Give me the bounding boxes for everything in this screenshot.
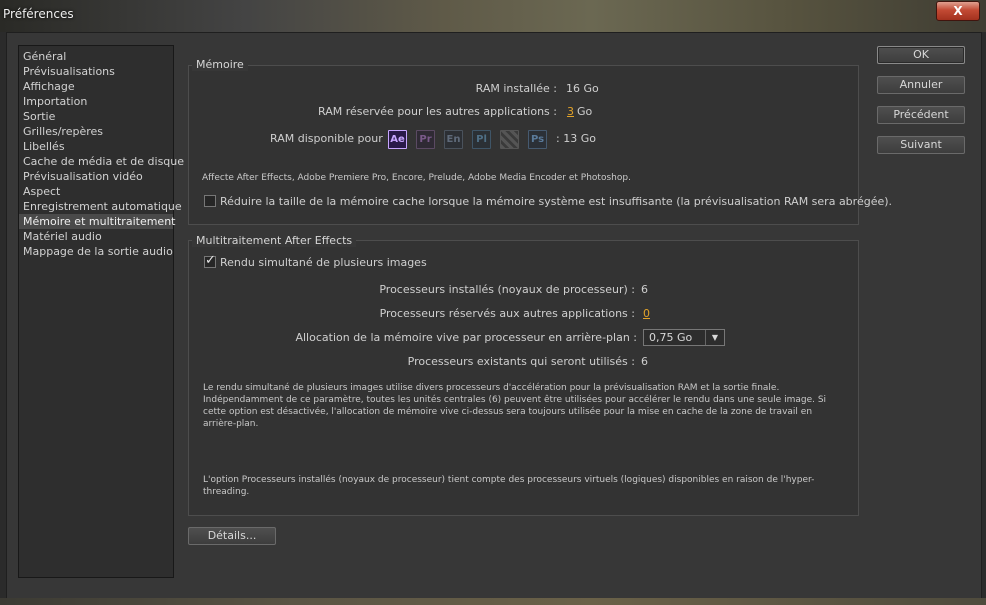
ram-reserved-label: RAM réservée pour les autres application…: [318, 105, 557, 118]
sidebar-item-affichage[interactable]: Affichage: [19, 79, 173, 94]
sidebar-item-grilles[interactable]: Grilles/repères: [19, 124, 173, 139]
encore-icon: En: [444, 130, 463, 149]
ram-available-label: RAM disponible pour: [270, 132, 383, 145]
ram-per-cpu-value: 0,75 Go: [649, 331, 693, 344]
multiprocessing-note-line3: cette option est désactivée, l'allocatio…: [203, 407, 813, 417]
cpus-installed-value: 6: [641, 283, 648, 296]
close-button[interactable]: X: [936, 1, 980, 21]
sidebar-item-sortie[interactable]: Sortie: [19, 109, 173, 124]
sidebar-item-memoire[interactable]: Mémoire et multitraitement: [19, 214, 175, 229]
sidebar-item-mappage-audio[interactable]: Mappage de la sortie audio: [19, 244, 173, 259]
checkmark-icon: ✓: [205, 253, 216, 268]
affects-note: Affecte After Effects, Adobe Premiere Pr…: [202, 173, 631, 183]
ram-reserved-unit: Go: [577, 105, 593, 118]
cpus-reserved-value[interactable]: 0: [643, 307, 650, 320]
sidebar-item-materiel-audio[interactable]: Matériel audio: [19, 229, 173, 244]
title-bar: Préférences X: [0, 0, 986, 32]
cpus-reserved-label: Processeurs réservés aux autres applicat…: [379, 307, 635, 320]
ram-installed-label: RAM installée :: [475, 82, 557, 95]
hyperthreading-note-line2: threading.: [203, 487, 250, 497]
ok-button[interactable]: OK: [877, 46, 965, 64]
ram-reserved-value[interactable]: 3: [567, 105, 574, 118]
ram-installed-value: 16 Go: [566, 82, 599, 95]
next-button[interactable]: Suivant: [877, 136, 965, 154]
sidebar-item-general[interactable]: Général: [19, 49, 173, 64]
premiere-pro-icon: Pr: [416, 130, 435, 149]
sidebar-item-enregistrement[interactable]: Enregistrement automatique: [19, 199, 182, 214]
sidebar-item-importation[interactable]: Importation: [19, 94, 173, 109]
sidebar-item-libelles[interactable]: Libellés: [19, 139, 173, 154]
ram-per-cpu-dropdown[interactable]: 0,75 Go ▼: [643, 329, 725, 346]
sidebar-item-aspect[interactable]: Aspect: [19, 184, 173, 199]
dropdown-arrow-icon: ▼: [705, 330, 724, 345]
memory-group-title: Mémoire: [192, 58, 248, 71]
cpus-installed-label: Processeurs installés (noyaux de process…: [379, 283, 635, 296]
multiprocessing-group-title: Multitraitement After Effects: [192, 234, 357, 247]
multiprocessing-note-line2: Indépendamment de ce paramètre, toutes l…: [203, 395, 827, 405]
details-button[interactable]: Détails...: [188, 527, 276, 545]
hyperthreading-note-line1: L'option Processeurs installés (noyaux d…: [203, 475, 815, 485]
reduce-cache-label: Réduire la taille de la mémoire cache lo…: [220, 195, 893, 208]
reduce-cache-checkbox[interactable]: [204, 195, 216, 207]
media-encoder-icon: [500, 130, 519, 149]
ram-available-value: : 13 Go: [556, 132, 596, 145]
render-multiple-label: Rendu simultané de plusieurs images: [220, 256, 427, 269]
render-multiple-checkbox[interactable]: ✓: [204, 253, 216, 268]
sidebar-item-previsualisation-video[interactable]: Prévisualisation vidéo: [19, 169, 173, 184]
cancel-button[interactable]: Annuler: [877, 76, 965, 94]
multiprocessing-note-line1: Le rendu simultané de plusieurs images u…: [203, 383, 780, 393]
cpus-used-value: 6: [641, 355, 648, 368]
ram-per-cpu-label: Allocation de la mémoire vive par proces…: [295, 331, 637, 344]
photoshop-icon: Ps: [528, 130, 547, 149]
multiprocessing-note-line4: arrière-plan.: [203, 419, 259, 429]
sidebar-item-cache[interactable]: Cache de média et de disque: [19, 154, 184, 169]
background-strip: [0, 598, 986, 605]
cpus-used-label: Processeurs existants qui seront utilisé…: [407, 355, 635, 368]
prelude-icon: Pl: [472, 130, 491, 149]
after-effects-icon: Ae: [388, 130, 407, 149]
sidebar-item-previsualisations[interactable]: Prévisualisations: [19, 64, 173, 79]
window-title: Préférences: [3, 7, 74, 21]
category-list: Général Prévisualisations Affichage Impo…: [18, 45, 184, 578]
previous-button[interactable]: Précédent: [877, 106, 965, 124]
